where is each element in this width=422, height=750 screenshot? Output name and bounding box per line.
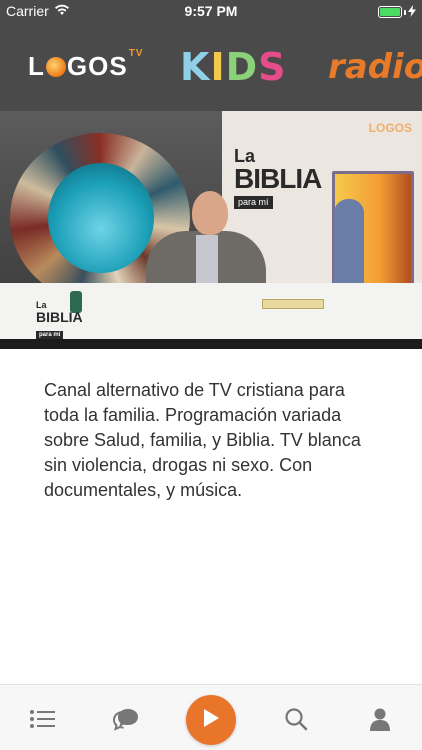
charging-icon — [408, 4, 416, 20]
panel-corner-logo: LOGOS — [368, 121, 412, 135]
program-watermark: La BIBLIA para mí — [36, 301, 83, 340]
kids-letter: D — [225, 44, 259, 89]
presenter-head — [192, 191, 228, 235]
play-icon — [202, 708, 220, 733]
kids-letter: I — [210, 44, 226, 89]
status-time: 9:57 PM — [184, 3, 238, 19]
panel-program-title: La BIBLIA para mí — [234, 147, 322, 209]
tab-bar — [0, 684, 422, 750]
status-right — [378, 4, 416, 20]
desk-book — [262, 299, 324, 309]
watermark-para: para mí — [36, 331, 64, 339]
channel-kids[interactable]: K I D S — [180, 44, 287, 89]
logos-tv-badge: TV — [128, 48, 144, 59]
list-icon[interactable] — [26, 703, 58, 735]
play-button[interactable] — [186, 695, 236, 745]
desk-edge — [0, 339, 422, 349]
logos-text-l: L — [28, 51, 45, 81]
panel-title-para: para mí — [234, 196, 273, 209]
status-bar: Carrier 9:57 PM — [0, 0, 422, 22]
watermark-biblia: BIBLIA — [36, 309, 83, 325]
channel-description: Canal alternativo de TV cristiana para t… — [44, 380, 361, 500]
panel-title-biblia: BIBLIA — [234, 163, 322, 194]
chat-bubble-icon[interactable] — [110, 703, 142, 735]
channel-radio[interactable]: radio — [328, 44, 422, 89]
battery-cap — [404, 9, 406, 15]
radio-logo-text: radio — [328, 46, 422, 87]
logos-text-rest: GOS — [66, 51, 128, 81]
profile-icon[interactable] — [364, 703, 396, 735]
video-thumbnail[interactable]: LOGOS La BIBLIA para mí La BIBLIA para m… — [0, 111, 422, 349]
kids-letter: S — [258, 44, 287, 89]
battery-icon — [378, 6, 402, 18]
search-icon[interactable] — [280, 703, 312, 735]
book-ring-center — [48, 163, 154, 273]
kids-letter: K — [180, 44, 211, 89]
logos-o-icon — [45, 56, 66, 77]
channel-bar: L GOS TV K I D S radio — [0, 22, 422, 111]
channel-logos-tv[interactable]: L GOS TV — [28, 44, 143, 89]
